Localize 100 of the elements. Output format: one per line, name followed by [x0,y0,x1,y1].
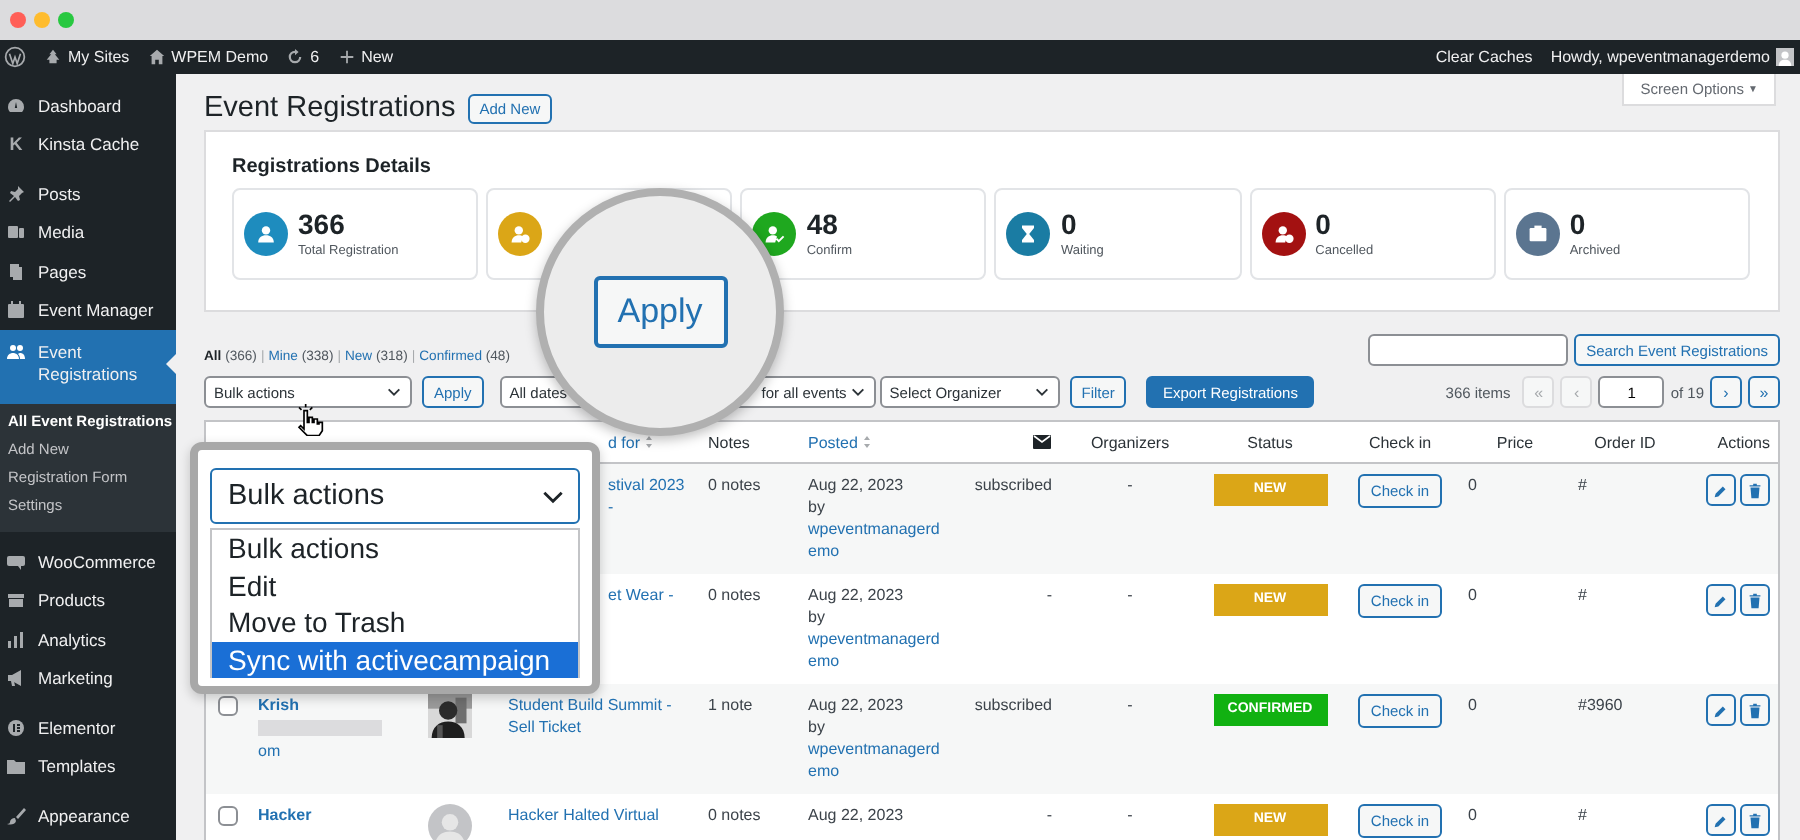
edit-button[interactable] [1706,804,1736,836]
sidebar-item[interactable]: Event Manager [0,291,176,330]
column-header[interactable]: Posted [808,431,858,453]
sidebar-item[interactable]: Dashboard [0,86,176,125]
window-control-dot[interactable] [10,12,26,28]
sidebar-item[interactable]: K Kinsta Cache [0,125,176,164]
wordpress-logo-icon[interactable] [4,46,26,68]
bulk-actions-select[interactable]: Bulk actions [210,468,580,524]
dropdown-option[interactable]: Move to Trash [212,604,578,641]
sort-icon[interactable] [644,434,655,450]
sidebar-item[interactable]: Media [0,213,176,252]
admin-bar-link[interactable]: New [361,48,394,66]
sidebar-item[interactable]: Products [0,581,176,620]
notes-cell-text: 1 note [706,694,755,718]
stat-value: 48 [806,210,840,240]
attendee-name-link[interactable]: Hacker [258,804,412,826]
edit-button[interactable] [1706,584,1736,616]
window-control-dot[interactable] [58,12,74,28]
subscription-cell-text: - [1044,584,1054,608]
event-link[interactable]: et Wear - [608,584,692,606]
sidebar-item[interactable]: Elementor [0,708,176,747]
sidebar-item[interactable]: Appearance [0,796,176,835]
sidebar-item[interactable]: Pages [0,252,176,291]
post-date: Aug 22, 2023 [808,694,906,716]
byline-label: by [808,716,827,738]
circle-logo-icon [6,717,26,738]
delete-button[interactable] [1740,474,1770,506]
sidebar-item[interactable]: Posts [0,174,176,213]
event-link[interactable]: stival 2023 - [608,474,692,518]
pages-icon [6,261,26,282]
apply-button[interactable]: Apply [593,276,727,348]
byline-label: by [808,606,827,628]
clear-caches-link[interactable]: Clear Caches [1435,48,1533,66]
post-date: Aug 22, 2023 [808,474,906,496]
page-title: Event Registrations [204,92,456,124]
sidebar-item[interactable]: Analytics [0,620,176,659]
stat-value: 0 [1060,210,1079,240]
panel-heading: Registrations Details [232,156,433,178]
window-control-dot[interactable] [34,12,50,28]
delete-button[interactable] [1740,804,1770,836]
attendee-name-link[interactable]: Krish [258,694,412,716]
admin-bar-link[interactable]: WPEM Demo [171,48,269,66]
edit-button[interactable] [1706,694,1736,726]
envelope-icon [1032,434,1052,450]
edit-button[interactable] [1706,474,1736,506]
k-logo-icon: K [6,134,26,155]
trash-icon [1746,701,1764,719]
author-link[interactable]: wpeventmanagerdemo [808,628,940,672]
gauge-icon [6,95,26,116]
sidebar-item[interactable]: Event Registrations [0,330,176,404]
organizers-cell-text: - [1125,584,1135,608]
calendar-icon [6,300,26,321]
dropdown-option[interactable]: Sync with activecampaign [212,641,578,678]
stat-value: 0 [1569,210,1588,240]
pushpin-icon [6,183,26,204]
email-link[interactable]: om [258,740,412,762]
account-link[interactable]: Howdy, wpeventmanagerdemo [1550,48,1770,66]
author-link[interactable]: wpeventmanagerdemo [808,518,940,562]
order-id-cell-text: #3960 [1576,694,1625,718]
event-link[interactable]: Student Build Summit - Sell Ticket [508,694,692,738]
chevron-down-icon [849,384,866,400]
column-header: Check in [1368,431,1432,453]
plus-icon [337,48,356,66]
order-id-cell-text: # [1576,804,1589,828]
sidebar-item[interactable]: WooCommerce [0,542,176,581]
sidebar-item[interactable]: Marketing [0,659,176,698]
event-link[interactable]: Hacker Halted Virtual [508,804,692,826]
byline-label: by [808,496,827,518]
page-nav-button[interactable]: » [1748,376,1780,408]
post-date: Aug 22, 2023 [808,804,906,826]
home-icon [147,48,166,66]
pencil-icon [1712,811,1730,829]
media-icon [6,222,26,243]
author-link[interactable]: wpeventmanagerdemo [808,738,940,782]
sidebar-item[interactable]: Templates [0,747,176,786]
subscription-cell-text: subscribed [972,694,1054,718]
column-header: Status [1247,431,1293,453]
column-header: Organizers [1090,431,1170,453]
admin-bar-link[interactable]: My Sites [68,48,130,66]
column-header[interactable]: d for [608,431,641,453]
chevron-down-icon [386,384,402,400]
search-field[interactable] [1368,334,1569,366]
order-id-cell-text: # [1576,474,1589,498]
notes-cell-text: 0 notes [706,804,763,828]
admin-bar-link[interactable]: 6 [310,48,320,66]
notes-cell-text: 0 notes [706,474,763,498]
folder-icon [6,756,26,777]
row-checkbox[interactable] [218,696,238,716]
bar-chart-icon [6,629,26,650]
price-cell-text: 0 [1466,474,1479,498]
column-header: Actions [1717,431,1770,453]
trash-icon [1746,811,1764,829]
dropdown-option[interactable]: Edit [212,567,578,604]
organizers-cell-text: - [1125,804,1135,828]
delete-button[interactable] [1740,584,1770,616]
post-date: Aug 22, 2023 [808,584,906,606]
dropdown-option[interactable]: Bulk actions [212,530,578,567]
row-checkbox[interactable] [218,806,238,826]
delete-button[interactable] [1740,694,1770,726]
page-nav-button[interactable]: › [1710,376,1742,408]
